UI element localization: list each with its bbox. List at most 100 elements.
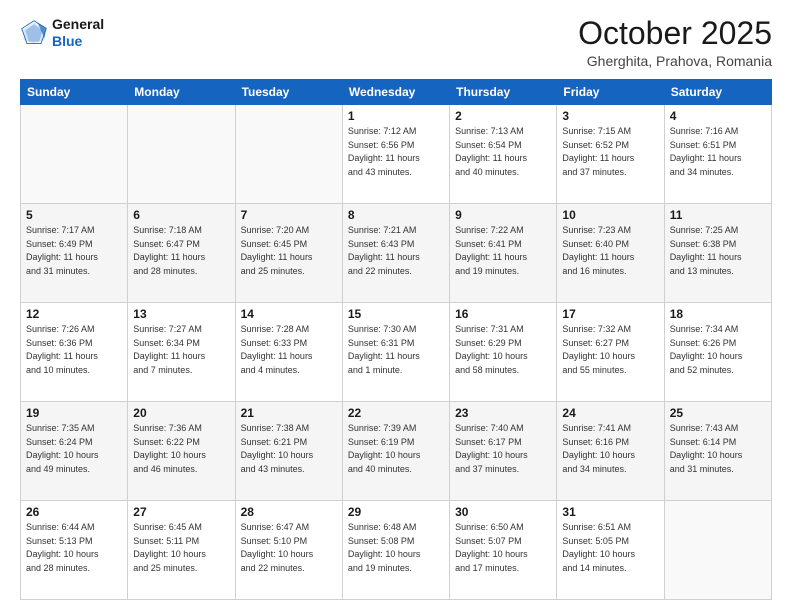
day-detail: Sunrise: 7:38 AM Sunset: 6:21 PM Dayligh…	[241, 422, 337, 476]
calendar-cell: 18 Sunrise: 7:34 AM Sunset: 6:26 PM Dayli…	[664, 303, 771, 402]
col-header-friday: Friday	[557, 80, 664, 105]
day-detail: Sunrise: 7:36 AM Sunset: 6:22 PM Dayligh…	[133, 422, 229, 476]
calendar-week-1: 5 Sunrise: 7:17 AM Sunset: 6:49 PM Daylig…	[21, 204, 772, 303]
calendar-week-0: 1 Sunrise: 7:12 AM Sunset: 6:56 PM Daylig…	[21, 105, 772, 204]
day-number: 9	[455, 208, 551, 222]
calendar-cell: 19 Sunrise: 7:35 AM Sunset: 6:24 PM Dayli…	[21, 402, 128, 501]
day-detail: Sunrise: 7:35 AM Sunset: 6:24 PM Dayligh…	[26, 422, 122, 476]
day-detail: Sunrise: 7:12 AM Sunset: 6:56 PM Dayligh…	[348, 125, 444, 179]
day-number: 22	[348, 406, 444, 420]
day-number: 21	[241, 406, 337, 420]
day-number: 29	[348, 505, 444, 519]
calendar-cell: 24 Sunrise: 7:41 AM Sunset: 6:16 PM Dayli…	[557, 402, 664, 501]
day-detail: Sunrise: 7:40 AM Sunset: 6:17 PM Dayligh…	[455, 422, 551, 476]
calendar-cell: 13 Sunrise: 7:27 AM Sunset: 6:34 PM Dayli…	[128, 303, 235, 402]
day-number: 19	[26, 406, 122, 420]
col-header-monday: Monday	[128, 80, 235, 105]
day-detail: Sunrise: 7:23 AM Sunset: 6:40 PM Dayligh…	[562, 224, 658, 278]
day-number: 11	[670, 208, 766, 222]
day-number: 1	[348, 109, 444, 123]
logo: General Blue	[20, 16, 104, 50]
day-detail: Sunrise: 7:30 AM Sunset: 6:31 PM Dayligh…	[348, 323, 444, 377]
logo-icon	[20, 19, 48, 47]
day-number: 5	[26, 208, 122, 222]
day-number: 28	[241, 505, 337, 519]
day-detail: Sunrise: 6:48 AM Sunset: 5:08 PM Dayligh…	[348, 521, 444, 575]
day-number: 4	[670, 109, 766, 123]
calendar-cell: 6Sunrise: 7:18 AM Sunset: 6:47 PM Daylig…	[128, 204, 235, 303]
calendar-table: SundayMondayTuesdayWednesdayThursdayFrid…	[20, 79, 772, 600]
day-number: 30	[455, 505, 551, 519]
logo-text-block: General Blue	[52, 16, 104, 50]
day-number: 23	[455, 406, 551, 420]
day-number: 8	[348, 208, 444, 222]
day-detail: Sunrise: 7:27 AM Sunset: 6:34 PM Dayligh…	[133, 323, 229, 377]
day-number: 20	[133, 406, 229, 420]
calendar-cell: 26Sunrise: 6:44 AM Sunset: 5:13 PM Dayli…	[21, 501, 128, 600]
calendar-cell: 7Sunrise: 7:20 AM Sunset: 6:45 PM Daylig…	[235, 204, 342, 303]
logo-line1: General	[52, 16, 104, 33]
calendar-cell: 2 Sunrise: 7:13 AM Sunset: 6:54 PM Daylig…	[450, 105, 557, 204]
calendar-cell: 15Sunrise: 7:30 AM Sunset: 6:31 PM Dayli…	[342, 303, 449, 402]
calendar-cell: 8 Sunrise: 7:21 AM Sunset: 6:43 PM Daylig…	[342, 204, 449, 303]
day-detail: Sunrise: 6:47 AM Sunset: 5:10 PM Dayligh…	[241, 521, 337, 575]
day-number: 17	[562, 307, 658, 321]
calendar-cell: 3Sunrise: 7:15 AM Sunset: 6:52 PM Daylig…	[557, 105, 664, 204]
location: Gherghita, Prahova, Romania	[578, 53, 772, 69]
calendar-cell	[664, 501, 771, 600]
day-detail: Sunrise: 7:39 AM Sunset: 6:19 PM Dayligh…	[348, 422, 444, 476]
calendar-cell: 22 Sunrise: 7:39 AM Sunset: 6:19 PM Dayli…	[342, 402, 449, 501]
calendar-cell: 31Sunrise: 6:51 AM Sunset: 5:05 PM Dayli…	[557, 501, 664, 600]
logo-line2: Blue	[52, 33, 104, 50]
day-number: 18	[670, 307, 766, 321]
day-detail: Sunrise: 6:51 AM Sunset: 5:05 PM Dayligh…	[562, 521, 658, 575]
calendar-cell: 17 Sunrise: 7:32 AM Sunset: 6:27 PM Dayli…	[557, 303, 664, 402]
calendar-cell: 12 Sunrise: 7:26 AM Sunset: 6:36 PM Dayli…	[21, 303, 128, 402]
calendar-week-2: 12 Sunrise: 7:26 AM Sunset: 6:36 PM Dayli…	[21, 303, 772, 402]
calendar-cell: 20 Sunrise: 7:36 AM Sunset: 6:22 PM Dayli…	[128, 402, 235, 501]
day-number: 27	[133, 505, 229, 519]
day-number: 2	[455, 109, 551, 123]
day-number: 13	[133, 307, 229, 321]
day-detail: Sunrise: 7:26 AM Sunset: 6:36 PM Dayligh…	[26, 323, 122, 377]
day-detail: Sunrise: 7:20 AM Sunset: 6:45 PM Dayligh…	[241, 224, 337, 278]
day-detail: Sunrise: 7:13 AM Sunset: 6:54 PM Dayligh…	[455, 125, 551, 179]
calendar-cell: 5 Sunrise: 7:17 AM Sunset: 6:49 PM Daylig…	[21, 204, 128, 303]
calendar-cell	[128, 105, 235, 204]
calendar-cell	[235, 105, 342, 204]
calendar-cell: 30Sunrise: 6:50 AM Sunset: 5:07 PM Dayli…	[450, 501, 557, 600]
day-detail: Sunrise: 7:31 AM Sunset: 6:29 PM Dayligh…	[455, 323, 551, 377]
day-detail: Sunrise: 7:32 AM Sunset: 6:27 PM Dayligh…	[562, 323, 658, 377]
day-detail: Sunrise: 7:17 AM Sunset: 6:49 PM Dayligh…	[26, 224, 122, 278]
calendar-cell: 9Sunrise: 7:22 AM Sunset: 6:41 PM Daylig…	[450, 204, 557, 303]
calendar-cell: 16 Sunrise: 7:31 AM Sunset: 6:29 PM Dayli…	[450, 303, 557, 402]
day-detail: Sunrise: 7:21 AM Sunset: 6:43 PM Dayligh…	[348, 224, 444, 278]
day-number: 12	[26, 307, 122, 321]
calendar-cell	[21, 105, 128, 204]
calendar-week-4: 26Sunrise: 6:44 AM Sunset: 5:13 PM Dayli…	[21, 501, 772, 600]
day-detail: Sunrise: 7:16 AM Sunset: 6:51 PM Dayligh…	[670, 125, 766, 179]
day-number: 26	[26, 505, 122, 519]
calendar-cell: 23 Sunrise: 7:40 AM Sunset: 6:17 PM Dayli…	[450, 402, 557, 501]
day-number: 14	[241, 307, 337, 321]
day-detail: Sunrise: 6:45 AM Sunset: 5:11 PM Dayligh…	[133, 521, 229, 575]
header: General Blue October 2025 Gherghita, Pra…	[20, 16, 772, 69]
calendar-cell: 28 Sunrise: 6:47 AM Sunset: 5:10 PM Dayli…	[235, 501, 342, 600]
col-header-sunday: Sunday	[21, 80, 128, 105]
day-detail: Sunrise: 7:43 AM Sunset: 6:14 PM Dayligh…	[670, 422, 766, 476]
calendar-header-row: SundayMondayTuesdayWednesdayThursdayFrid…	[21, 80, 772, 105]
day-number: 3	[562, 109, 658, 123]
day-detail: Sunrise: 7:34 AM Sunset: 6:26 PM Dayligh…	[670, 323, 766, 377]
calendar-cell: 14Sunrise: 7:28 AM Sunset: 6:33 PM Dayli…	[235, 303, 342, 402]
month-title: October 2025	[578, 16, 772, 51]
calendar-cell: 4 Sunrise: 7:16 AM Sunset: 6:51 PM Daylig…	[664, 105, 771, 204]
calendar-cell: 21 Sunrise: 7:38 AM Sunset: 6:21 PM Dayli…	[235, 402, 342, 501]
col-header-tuesday: Tuesday	[235, 80, 342, 105]
calendar-cell: 27 Sunrise: 6:45 AM Sunset: 5:11 PM Dayli…	[128, 501, 235, 600]
calendar-cell: 1 Sunrise: 7:12 AM Sunset: 6:56 PM Daylig…	[342, 105, 449, 204]
day-detail: Sunrise: 7:25 AM Sunset: 6:38 PM Dayligh…	[670, 224, 766, 278]
day-detail: Sunrise: 7:18 AM Sunset: 6:47 PM Dayligh…	[133, 224, 229, 278]
day-detail: Sunrise: 7:41 AM Sunset: 6:16 PM Dayligh…	[562, 422, 658, 476]
day-number: 24	[562, 406, 658, 420]
day-number: 16	[455, 307, 551, 321]
